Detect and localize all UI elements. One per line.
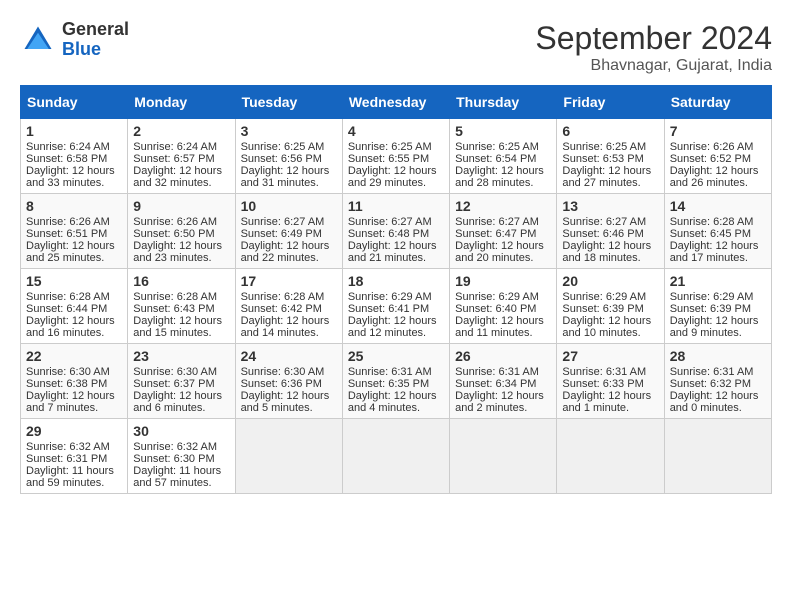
logo-icon [20,22,56,58]
day-15: 15 Sunrise: 6:28 AMSunset: 6:44 PMDaylig… [21,269,128,344]
header-friday: Friday [557,86,664,119]
header-sunday: Sunday [21,86,128,119]
title-section: September 2024 Bhavnagar, Gujarat, India [535,20,772,75]
day-23: 23 Sunrise: 6:30 AMSunset: 6:37 PMDaylig… [128,344,235,419]
day-22: 22 Sunrise: 6:30 AMSunset: 6:38 PMDaylig… [21,344,128,419]
logo-general: General [62,19,129,39]
day-7: 7 Sunrise: 6:26 AMSunset: 6:52 PMDayligh… [664,119,771,194]
weekday-header-row: Sunday Monday Tuesday Wednesday Thursday… [21,86,772,119]
day-13: 13 Sunrise: 6:27 AMSunset: 6:46 PMDaylig… [557,194,664,269]
empty-cell-3 [450,419,557,494]
calendar-table: Sunday Monday Tuesday Wednesday Thursday… [20,85,772,494]
day-21: 21 Sunrise: 6:29 AMSunset: 6:39 PMDaylig… [664,269,771,344]
day-29: 29 Sunrise: 6:32 AMSunset: 6:31 PMDaylig… [21,419,128,494]
day-26: 26 Sunrise: 6:31 AMSunset: 6:34 PMDaylig… [450,344,557,419]
day-11: 11 Sunrise: 6:27 AMSunset: 6:48 PMDaylig… [342,194,449,269]
page-header: General Blue September 2024 Bhavnagar, G… [20,20,772,75]
day-4: 4 Sunrise: 6:25 AMSunset: 6:55 PMDayligh… [342,119,449,194]
day-28: 28 Sunrise: 6:31 AMSunset: 6:32 PMDaylig… [664,344,771,419]
week-row-2: 8 Sunrise: 6:26 AMSunset: 6:51 PMDayligh… [21,194,772,269]
header-monday: Monday [128,86,235,119]
day-8: 8 Sunrise: 6:26 AMSunset: 6:51 PMDayligh… [21,194,128,269]
empty-cell-4 [557,419,664,494]
day-16: 16 Sunrise: 6:28 AMSunset: 6:43 PMDaylig… [128,269,235,344]
day-5: 5 Sunrise: 6:25 AMSunset: 6:54 PMDayligh… [450,119,557,194]
day-20: 20 Sunrise: 6:29 AMSunset: 6:39 PMDaylig… [557,269,664,344]
header-tuesday: Tuesday [235,86,342,119]
day-6: 6 Sunrise: 6:25 AMSunset: 6:53 PMDayligh… [557,119,664,194]
day-14: 14 Sunrise: 6:28 AMSunset: 6:45 PMDaylig… [664,194,771,269]
day-10: 10 Sunrise: 6:27 AMSunset: 6:49 PMDaylig… [235,194,342,269]
day-3: 3 Sunrise: 6:25 AMSunset: 6:56 PMDayligh… [235,119,342,194]
header-wednesday: Wednesday [342,86,449,119]
week-row-5: 29 Sunrise: 6:32 AMSunset: 6:31 PMDaylig… [21,419,772,494]
logo: General Blue [20,20,129,60]
day-27: 27 Sunrise: 6:31 AMSunset: 6:33 PMDaylig… [557,344,664,419]
day-12: 12 Sunrise: 6:27 AMSunset: 6:47 PMDaylig… [450,194,557,269]
day-25: 25 Sunrise: 6:31 AMSunset: 6:35 PMDaylig… [342,344,449,419]
day-17: 17 Sunrise: 6:28 AMSunset: 6:42 PMDaylig… [235,269,342,344]
day-1: 1 Sunrise: 6:24 AMSunset: 6:58 PMDayligh… [21,119,128,194]
day-24: 24 Sunrise: 6:30 AMSunset: 6:36 PMDaylig… [235,344,342,419]
header-saturday: Saturday [664,86,771,119]
header-thursday: Thursday [450,86,557,119]
empty-cell-2 [342,419,449,494]
empty-cell-5 [664,419,771,494]
day-30: 30 Sunrise: 6:32 AMSunset: 6:30 PMDaylig… [128,419,235,494]
day-9: 9 Sunrise: 6:26 AMSunset: 6:50 PMDayligh… [128,194,235,269]
day-2: 2 Sunrise: 6:24 AMSunset: 6:57 PMDayligh… [128,119,235,194]
week-row-4: 22 Sunrise: 6:30 AMSunset: 6:38 PMDaylig… [21,344,772,419]
month-year-title: September 2024 [535,20,772,57]
week-row-1: 1 Sunrise: 6:24 AMSunset: 6:58 PMDayligh… [21,119,772,194]
day-18: 18 Sunrise: 6:29 AMSunset: 6:41 PMDaylig… [342,269,449,344]
empty-cell-1 [235,419,342,494]
day-19: 19 Sunrise: 6:29 AMSunset: 6:40 PMDaylig… [450,269,557,344]
logo-blue: Blue [62,39,101,59]
logo-text: General Blue [62,20,129,60]
week-row-3: 15 Sunrise: 6:28 AMSunset: 6:44 PMDaylig… [21,269,772,344]
location-subtitle: Bhavnagar, Gujarat, India [535,57,772,75]
